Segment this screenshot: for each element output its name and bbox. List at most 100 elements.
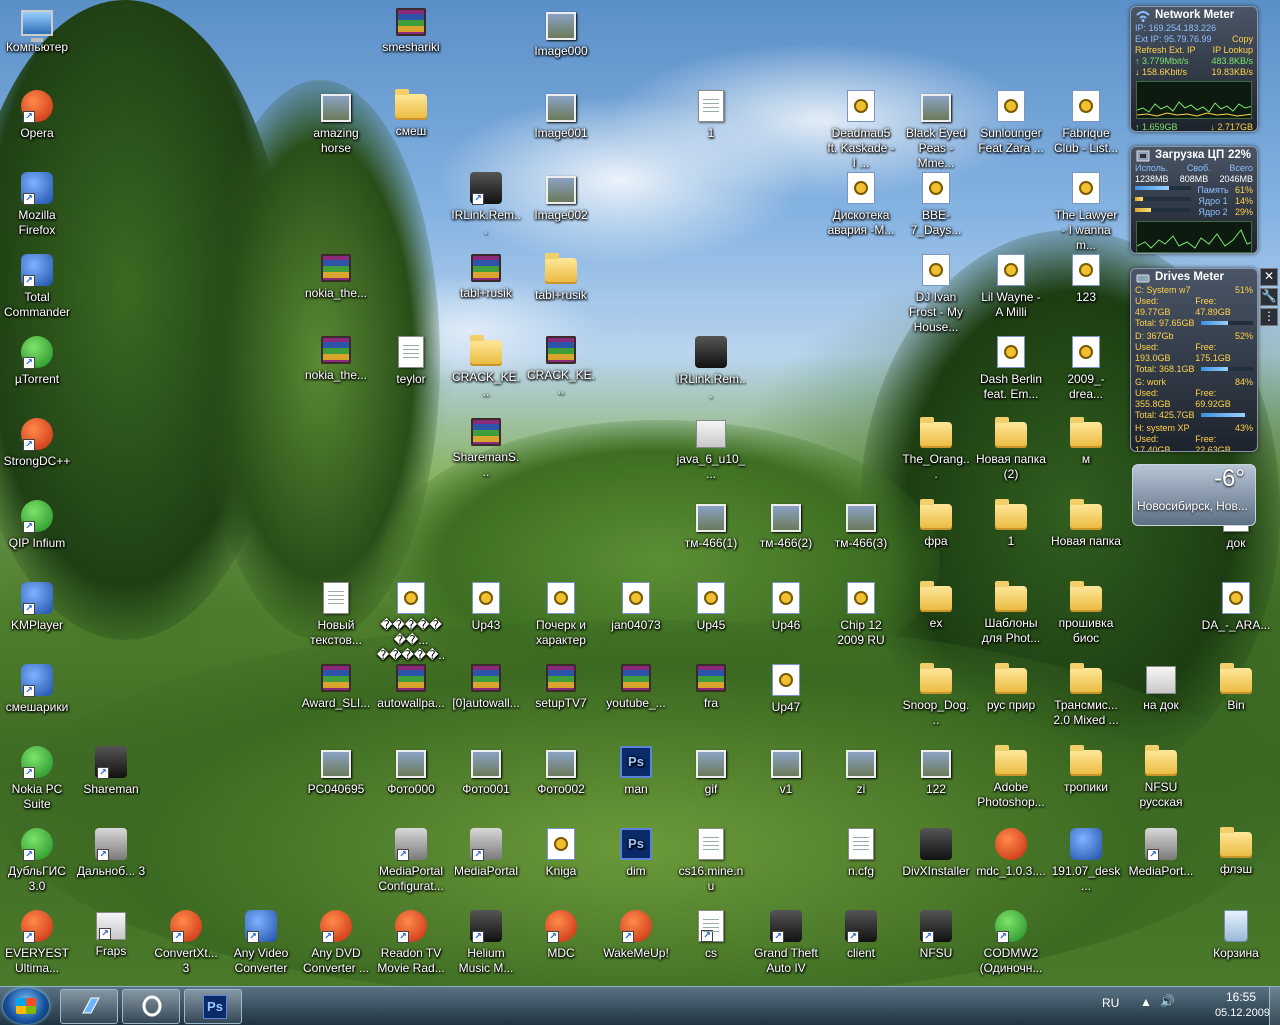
desktop-icon[interactable]: The Lawyer - I wanna m... xyxy=(1049,170,1123,253)
desktop-icon[interactable]: [0]autowall... xyxy=(449,662,523,711)
copy-link[interactable]: Copy xyxy=(1232,34,1253,45)
cpu-meter-gadget[interactable]: Загрузка ЦП 22% Исполь. Своб. Всего 1238MB 8… xyxy=(1130,146,1258,254)
desktop-icon[interactable]: DA_-_ARA... xyxy=(1199,580,1273,633)
desktop-icon[interactable]: Фото000 xyxy=(374,744,448,797)
desktop-icon[interactable]: ↗ NFSU xyxy=(899,908,973,961)
desktop-icon[interactable]: zi xyxy=(824,744,898,797)
desktop-icon[interactable]: Новая папка (2) xyxy=(974,416,1048,482)
desktop-icon[interactable]: ↗ WakeMeUp! xyxy=(599,908,673,961)
desktop-icon[interactable]: ↗ EVERYEST Ultima... xyxy=(0,908,74,976)
desktop-icon[interactable]: PC040695 xyxy=(299,744,373,797)
desktop-icon[interactable]: ↗ CODMW2 (Одиночн... xyxy=(974,908,1048,976)
desktop-icon[interactable]: смеш xyxy=(374,88,448,139)
desktop-icon[interactable]: Трансмис... 2.0 Mixed ... xyxy=(1049,662,1123,728)
language-indicator[interactable]: RU xyxy=(1102,996,1119,1010)
desktop-icon[interactable]: Black Eyed Peas -Mme... xyxy=(899,88,973,171)
desktop-icon[interactable]: ↗ client xyxy=(824,908,898,961)
drive-entry[interactable]: G: work 84% Used: 355.8GB Free: 69.92GB Tota… xyxy=(1131,377,1257,421)
desktop-icon[interactable]: ↗ MediaPortal xyxy=(449,826,523,879)
desktop-icon[interactable]: Chip 12 2009 RU xyxy=(824,580,898,648)
desktop-icon[interactable]: Шаблоны для Phot... xyxy=(974,580,1048,646)
desktop-icon[interactable]: IRLink.Rem... xyxy=(674,334,748,402)
desktop-icon[interactable]: ↗ MediaPort... xyxy=(1124,826,1198,879)
desktop-icon[interactable]: Image000 xyxy=(524,6,598,59)
clock-time[interactable]: 16:55 xyxy=(1226,990,1256,1004)
desktop-icon[interactable]: тм-466(2) xyxy=(749,498,823,551)
desktop-icon[interactable]: ↗ µTorrent xyxy=(0,334,74,387)
drive-entry[interactable]: D: 367Gb 52% Used: 193.0GB Free: 175.1GB Tot… xyxy=(1131,331,1257,375)
desktop-icon[interactable]: ↗ Fraps xyxy=(74,908,148,959)
desktop-icon[interactable]: Deadmau5 ft. Kaskade - I ... xyxy=(824,88,898,171)
desktop-icon[interactable]: рус прир xyxy=(974,662,1048,713)
desktop-icon[interactable]: ↗ QIP Infium xyxy=(0,498,74,551)
desktop-icon[interactable]: Fabrique Club - List... xyxy=(1049,88,1123,156)
desktop-icon[interactable]: ↗ Shareman xyxy=(74,744,148,797)
desktop-icon[interactable]: ↗ Readon TV Movie Rad... xyxy=(374,908,448,976)
desktop-icon[interactable]: Lil Wayne - A Milli xyxy=(974,252,1048,320)
desktop-icon[interactable]: ↗ cs xyxy=(674,908,748,961)
volume-icon[interactable]: 🔊 xyxy=(1160,994,1175,1008)
taskbar-photoshop[interactable]: Ps xyxy=(184,989,242,1024)
desktop-icon[interactable]: gif xyxy=(674,744,748,797)
wrench-icon[interactable]: 🔧 xyxy=(1260,288,1278,306)
taskbar-opera[interactable] xyxy=(122,989,180,1024)
desktop-icon[interactable]: 2009_-drea... xyxy=(1049,334,1123,402)
desktop-icon[interactable]: teylor xyxy=(374,334,448,387)
desktop-icon[interactable]: tabl+rusik xyxy=(524,252,598,303)
show-hidden-icons-icon[interactable]: ▲ xyxy=(1140,995,1152,1009)
desktop-icon[interactable]: Adobe Photoshop... xyxy=(974,744,1048,810)
desktop-icon[interactable]: cs16.mine.nu xyxy=(674,826,748,894)
desktop-icon[interactable]: Image002 xyxy=(524,170,598,223)
desktop-icon[interactable]: Фото001 xyxy=(449,744,523,797)
desktop-icon[interactable]: ↗ Nokia PC Suite xyxy=(0,744,74,812)
desktop-icon[interactable]: DivXInstaller xyxy=(899,826,973,879)
desktop-icon[interactable]: Kniga xyxy=(524,826,598,879)
refresh-ext-ip-link[interactable]: Refresh Ext. IP xyxy=(1135,45,1196,56)
desktop-icon[interactable]: autowallpa... xyxy=(374,662,448,711)
desktop-icon[interactable]: ↗ IRLink.Rem... xyxy=(449,170,523,238)
desktop-icon[interactable]: Дискотека авария -М... xyxy=(824,170,898,238)
desktop-icon[interactable]: fra xyxy=(674,662,748,711)
desktop-icon[interactable]: ex xyxy=(899,580,973,631)
desktop-icon[interactable]: фра xyxy=(899,498,973,549)
drive-entry[interactable]: H: system XP 43% Used: 17.40GB Free: 22.63G… xyxy=(1131,423,1257,451)
desktop-icon[interactable]: Up47 xyxy=(749,662,823,715)
desktop-icon[interactable]: v1 xyxy=(749,744,823,797)
clock-date[interactable]: 05.12.2009 xyxy=(1215,1007,1270,1019)
desktop-icon[interactable]: smeshariki xyxy=(374,6,448,55)
desktop-icon[interactable]: nokia_the... xyxy=(299,252,373,301)
desktop-icon[interactable]: Image001 xyxy=(524,88,598,141)
desktop-icon[interactable]: Up46 xyxy=(749,580,823,633)
desktop-icon[interactable]: Ps man xyxy=(599,744,673,797)
desktop-icon[interactable]: Новый текстов... xyxy=(299,580,373,648)
desktop-icon[interactable]: BBE-7_Days... xyxy=(899,170,973,238)
drive-entry[interactable]: C: System w7 51% Used: 49.77GB Free: 47.89G… xyxy=(1131,285,1257,329)
start-button[interactable] xyxy=(3,988,49,1024)
desktop-icon[interactable]: на док xyxy=(1124,662,1198,713)
desktop-icon[interactable]: ↗ смешарики xyxy=(0,662,74,715)
desktop-icon[interactable]: Sunlounger Feat Zara ... xyxy=(974,88,1048,156)
ip-lookup-link[interactable]: IP Lookup xyxy=(1213,45,1253,56)
desktop-icon[interactable]: ↗ ConvertXt... 3 xyxy=(149,908,223,976)
desktop-icon[interactable]: ↗ MediaPortal Configurat... xyxy=(374,826,448,894)
desktop-icon[interactable]: youtube_... xyxy=(599,662,673,711)
desktop-icon[interactable]: ↗ MDC xyxy=(524,908,598,961)
desktop-icon[interactable]: Компьютер xyxy=(0,6,74,55)
desktop-icon[interactable]: nokia_the... xyxy=(299,334,373,383)
desktop-icon[interactable]: NFSU русская xyxy=(1124,744,1198,810)
desktop-icon[interactable]: SharemanS... xyxy=(449,416,523,480)
desktop-icon[interactable]: mdc_1.0.3.... xyxy=(974,826,1048,879)
desktop-icon[interactable]: Ps dim xyxy=(599,826,673,879)
desktop-icon[interactable]: ↗ Any Video Converter xyxy=(224,908,298,976)
desktop-icon[interactable]: ↗ KMPlayer xyxy=(0,580,74,633)
desktop-icon[interactable]: Snoop_Dog... xyxy=(899,662,973,728)
desktop-icon[interactable]: jan04073 xyxy=(599,580,673,633)
taskbar-switch-windows[interactable] xyxy=(60,989,118,1024)
desktop-icon[interactable]: ↗ Mozilla Firefox xyxy=(0,170,74,238)
desktop-icon[interactable]: DJ Ivan Frost - My House... xyxy=(899,252,973,335)
desktop-icon[interactable]: прошивка биос xyxy=(1049,580,1123,646)
desktop-icon[interactable]: Корзина xyxy=(1199,908,1273,961)
desktop-icon[interactable]: n.cfg xyxy=(824,826,898,879)
desktop-icon[interactable]: Почерк и характер xyxy=(524,580,598,648)
desktop-icon[interactable]: тм-466(1) xyxy=(674,498,748,551)
